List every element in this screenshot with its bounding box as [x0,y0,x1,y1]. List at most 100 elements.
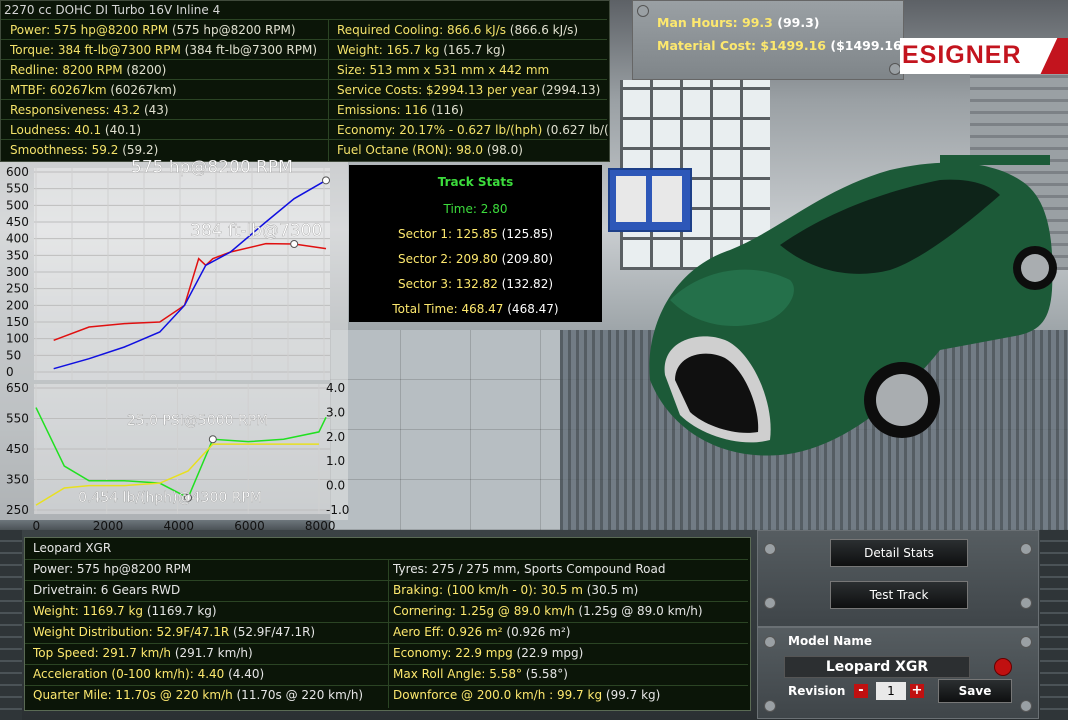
car-stat-left: Acceleration (0-100 km/h): 4.40 (4.40) [33,667,265,681]
screw [764,636,776,648]
annotation-label: 25.0 PSI@5000 RPM [127,413,268,429]
refresh-icon[interactable] [994,658,1012,676]
car-stat-right: Max Roll Angle: 5.58° (5.58°) [393,667,568,681]
material-cost: Material Cost: $1499.16 ($1499.16) [657,38,908,53]
y2-tick-label: 4.0 [326,381,345,395]
y-tick-label: 350 [6,473,29,487]
model-name-input[interactable]: Leopard XGR [784,656,970,678]
engine-stat-left: Smoothness: 59.2 (59.2) [10,143,159,157]
car-stat-right: Aero Eff: 0.926 m² (0.926 m²) [393,625,571,639]
designer-logo: ESIGNER [900,38,1068,74]
engine-stat-left: Torque: 384 ft-lb@7300 RPM (384 ft-lb@73… [10,43,318,57]
y-tick-label: 100 [6,332,29,346]
y-tick-label: 250 [6,503,29,517]
y-tick-label: 0 [6,365,14,379]
revision-value: 1 [876,682,906,700]
engine-stat-right: Fuel Octane (RON): 98.0 (98.0) [337,143,523,157]
car-model [649,155,1057,456]
y-tick-label: 350 [6,248,29,262]
annotation-label: 575 hp@8200 RPM [131,160,293,177]
screw [764,700,776,712]
screw [1020,700,1032,712]
annotation-marker [208,435,217,444]
car-stat-right: Braking: (100 km/h - 0): 30.5 m (30.5 m) [393,583,639,597]
screw [764,543,776,555]
model-panel: Model Name Leopard XGR Revision - 1 + Sa… [757,627,1039,719]
annotation-label: 384 ft-lb@7300 [190,221,322,241]
test-track-button[interactable]: Test Track [830,581,968,609]
y-tick-label: 50 [6,348,21,362]
engine-stat-left: Power: 575 hp@8200 RPM (575 hp@8200 RPM) [10,23,296,37]
chart-frame [34,168,330,380]
x-tick-label: 0 [33,519,41,530]
car-name: Leopard XGR [33,541,112,555]
man-hours: Man Hours: 99.3 (99.3) [657,15,820,30]
engine-stats-panel: 2270 cc DOHC DI Turbo 16V Inline 4 Power… [0,0,610,162]
track-time: Time: 2.80 [443,202,508,216]
sector-3: Sector 3: 132.82 (132.82) [397,277,554,291]
model-name-label: Model Name [788,634,872,648]
x-tick-label: 8000 [305,519,336,530]
y-tick-label: 300 [6,265,29,279]
car-stat-left: Power: 575 hp@8200 RPM [33,562,192,576]
y-tick-label: 200 [6,298,29,312]
y2-tick-label: 3.0 [326,405,345,419]
rail [1040,530,1068,720]
y2-tick-label: 2.0 [326,430,345,444]
track-stats-title: Track Stats [437,175,514,189]
y-tick-label: 650 [6,381,29,395]
car-stat-right: Cornering: 1.25g @ 89.0 km/h (1.25g @ 89… [393,604,703,618]
car-stat-right: Downforce @ 200.0 km/h : 99.7 kg (99.7 k… [393,688,661,702]
revision-plus-button[interactable]: + [910,684,924,698]
x-tick-label: 6000 [234,519,265,530]
total-time: Total Time: 468.47 (468.47) [392,302,559,316]
engine-title: 2270 cc DOHC DI Turbo 16V Inline 4 [4,3,221,17]
car-stat-left: Quarter Mile: 11.70s @ 220 km/h (11.70s … [33,688,364,702]
x-tick-label: 4000 [163,519,194,530]
x-tick-label: 2000 [93,519,124,530]
revision-minus-button[interactable]: - [854,684,868,698]
screw [1020,597,1032,609]
screw [1020,543,1032,555]
engine-stat-left: Responsiveness: 43.2 (43) [10,103,169,117]
detail-stats-button[interactable]: Detail Stats [830,539,968,567]
logo-stripe [1038,38,1068,74]
car-stat-right: Economy: 22.9 mpg (22.9 mpg) [393,646,584,660]
sector-2: Sector 2: 209.80 (209.80) [397,252,554,266]
car-stat-left: Drivetrain: 6 Gears RWD [33,583,181,597]
y-tick-label: 600 [6,165,29,179]
save-button[interactable]: Save [938,679,1012,703]
y-tick-label: 450 [6,215,29,229]
y2-tick-label: 0.0 [326,479,345,493]
engine-stat-right: Weight: 165.7 kg (165.7 kg) [337,43,506,57]
y-tick-label: 550 [6,182,29,196]
sector-1: Sector 1: 125.85 (125.85) [397,227,554,241]
rail [0,530,22,720]
engine-curves-chart: 0 50 100 150 200 250 300 350 400 450 500 550 600 575 … [6,160,349,530]
engine-stat-right: Service Costs: $2994.13 per year (2994.1… [337,83,601,97]
revision-label: Revision [788,684,846,698]
screw [1020,636,1032,648]
y-tick-label: 500 [6,198,29,212]
y2-tick-label: 1.0 [326,454,345,468]
engine-stat-left: Redline: 8200 RPM (8200) [10,63,167,77]
engine-stat-right: Economy: 20.17% - 0.627 lb/(hph) (0.627 … [337,123,609,137]
logo-text: ESIGNER [902,41,1022,69]
screw [637,5,649,17]
engine-stat-left: Loudness: 40.1 (40.1) [10,123,142,137]
y-tick-label: 450 [6,442,29,456]
engine-stat-right: Size: 513 mm x 531 mm x 442 mm [337,63,550,77]
action-panel: Detail Stats Test Track [757,530,1039,627]
cost-panel: Man Hours: 99.3 (99.3) Material Cost: $1… [632,0,908,80]
engine-stat-right: Required Cooling: 866.6 kJ/s (866.6 kJ/s… [337,23,579,37]
y-tick-label: 550 [6,412,29,426]
annotation-marker [322,176,330,185]
track-stats-panel: Track Stats Time: 2.80 Sector 1: 125.85 … [349,165,602,322]
annotation-label: 0.454 lb/(hph)@4300 RPM [78,490,262,506]
y-tick-label: 400 [6,232,29,246]
car-stats-panel: Leopard XGR Power: 575 hp@8200 RPM Tyres:… [24,537,751,711]
engine-stat-left: MTBF: 60267km (60267km) [10,83,177,97]
car-stat-left: Top Speed: 291.7 km/h (291.7 km/h) [33,646,253,660]
y2-tick-label: -1.0 [326,503,349,517]
y-tick-label: 250 [6,282,29,296]
